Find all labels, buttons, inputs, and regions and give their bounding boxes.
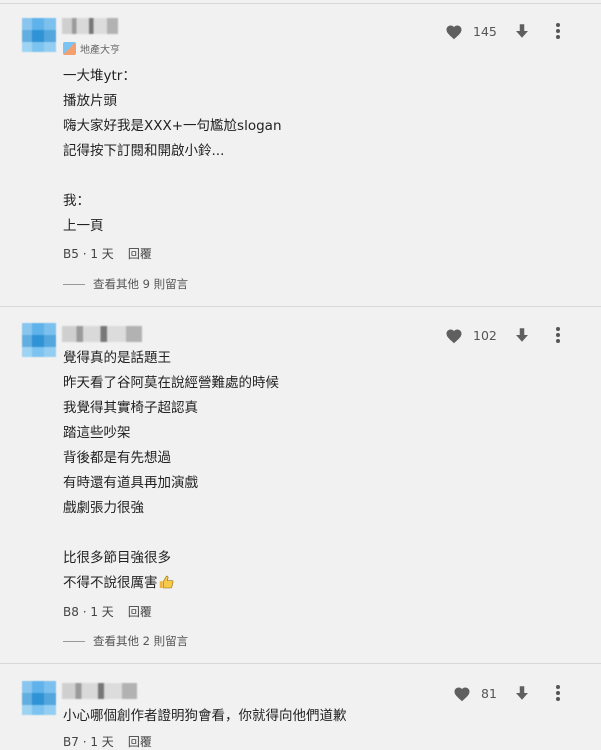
user-badge: 地產大亨 (63, 41, 120, 56)
heart-icon[interactable] (445, 327, 463, 344)
arrow-down-icon[interactable] (513, 326, 531, 344)
comment-meta: B7 · 1 天 回覆 (63, 733, 152, 750)
top-divider (0, 3, 601, 4)
arrow-down-icon[interactable] (513, 22, 531, 40)
floor-time: B8 · 1 天 (63, 605, 114, 619)
arrow-down-icon[interactable] (513, 684, 531, 702)
comment-meta: B5 · 1 天 回覆 (63, 245, 152, 262)
more-vertical-icon[interactable] (556, 327, 560, 343)
comment-actions: 145 (445, 21, 560, 41)
username-blurred[interactable] (62, 18, 118, 34)
comment-actions: 102 (445, 325, 560, 345)
comment-meta: B8 · 1 天 回覆 (63, 603, 152, 620)
comment-text: 覺得真的是話題王 昨天看了谷阿莫在說經營難處的時候 我覺得其實椅子超認真 踏這些… (63, 350, 279, 591)
reply-button[interactable]: 回覆 (128, 245, 152, 262)
like-count: 145 (473, 23, 497, 39)
comment-divider (0, 663, 601, 664)
badge-icon (63, 42, 76, 55)
comment-text: 一大堆ytr： 播放片頭 嗨大家好我是XXX+一句尷尬slogan 記得按下訂閱… (63, 68, 282, 234)
heart-icon[interactable] (445, 23, 463, 40)
avatar[interactable] (22, 681, 56, 715)
view-replies-label: 查看其他 9 則留言 (93, 277, 189, 291)
more-vertical-icon[interactable] (556, 23, 560, 39)
comment-divider (0, 306, 601, 307)
replies-line (63, 283, 85, 285)
username-blurred[interactable] (62, 683, 137, 699)
reply-button[interactable]: 回覆 (128, 603, 152, 620)
heart-icon[interactable] (453, 685, 471, 702)
floor-time: B7 · 1 天 (63, 735, 114, 749)
view-replies-link[interactable]: 查看其他 2 則留言 (63, 633, 188, 649)
view-replies-label: 查看其他 2 則留言 (93, 634, 189, 648)
like-count: 81 (481, 685, 497, 701)
avatar[interactable] (22, 323, 56, 357)
replies-line (63, 640, 85, 642)
comment-text: 小心哪個創作者證明狗會看，你就得向他們道歉 (63, 708, 347, 724)
more-vertical-icon[interactable] (556, 685, 560, 701)
reply-button[interactable]: 回覆 (128, 733, 152, 750)
like-count: 102 (473, 327, 497, 343)
floor-time: B5 · 1 天 (63, 247, 114, 261)
thumbs-up-emoji (159, 575, 173, 589)
view-replies-link[interactable]: 查看其他 9 則留言 (63, 276, 188, 292)
avatar[interactable] (22, 18, 56, 52)
badge-label: 地產大亨 (80, 45, 120, 56)
comment-actions: 81 (445, 683, 560, 703)
username-blurred[interactable] (62, 326, 142, 342)
